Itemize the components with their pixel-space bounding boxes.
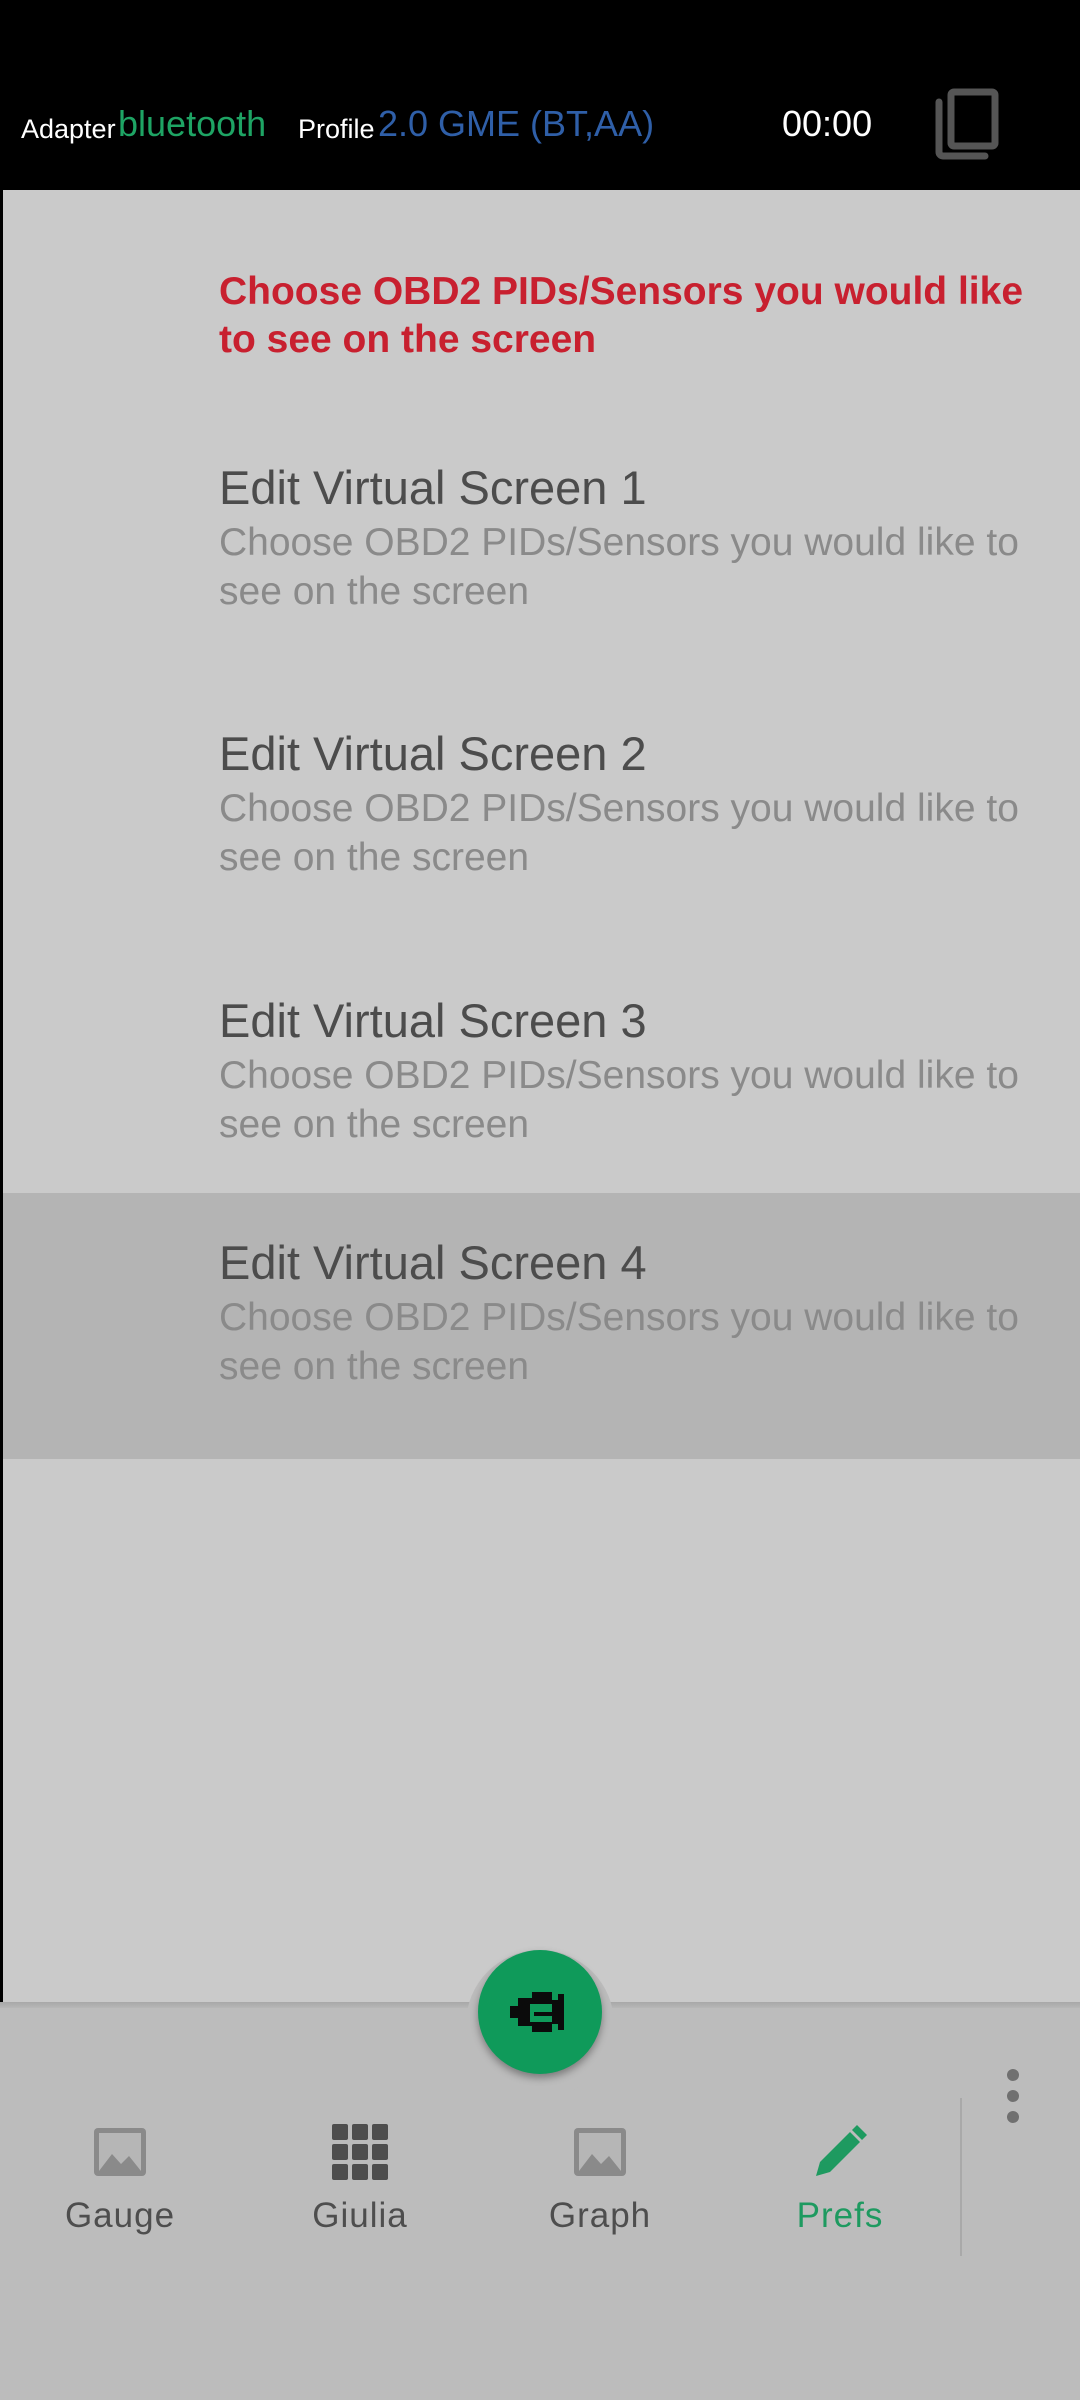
pref-edit-virtual-screen-1[interactable]: Edit Virtual Screen 1 Choose OBD2 PIDs/S…	[3, 418, 1080, 684]
prefs-list: Choose OBD2 PIDs/Sensors you would like …	[3, 190, 1080, 2010]
image-icon	[574, 2128, 626, 2176]
pref-edit-virtual-screen-2[interactable]: Edit Virtual Screen 2 Choose OBD2 PIDs/S…	[3, 684, 1080, 950]
nav-label: Prefs	[796, 2196, 884, 2235]
nav-label: Graph	[548, 2196, 652, 2235]
adapter-label: Adapter	[21, 114, 116, 144]
nav-item-gauge[interactable]: Gauge	[0, 2098, 240, 2256]
pref-summary: Choose OBD2 PIDs/Sensors you would like …	[219, 1296, 1019, 1388]
pref-summary: Choose OBD2 PIDs/Sensors you would like …	[219, 1054, 1019, 1146]
nav-label: Gauge	[64, 2196, 176, 2235]
status-header: Adapter bluetooth Profile 2.0 GME (BT,AA…	[0, 0, 1080, 190]
profile-value[interactable]: 2.0 GME (BT,AA)	[378, 103, 654, 145]
profile-label: Profile	[298, 114, 375, 144]
pref-title: Edit Virtual Screen 2	[219, 727, 647, 780]
pref-summary: Choose OBD2 PIDs/Sensors you would like …	[219, 521, 1019, 613]
pref-title: Edit Virtual Screen 1	[219, 461, 647, 514]
bottom-navigation: Gauge Giulia Graph Prefs	[0, 2098, 962, 2256]
pref-title: Edit Virtual Screen 3	[219, 994, 647, 1047]
overflow-menu-icon[interactable]	[996, 2066, 1030, 2126]
engine-icon	[510, 1992, 564, 2032]
prefs-category-note: Choose OBD2 PIDs/Sensors you would like …	[219, 270, 1024, 361]
pref-edit-virtual-screen-4[interactable]: Edit Virtual Screen 4 Choose OBD2 PIDs/S…	[3, 1193, 1080, 1459]
elapsed-timer: 00:00	[782, 103, 873, 144]
connect-fab-button[interactable]	[478, 1950, 602, 2074]
copy-icon[interactable]	[935, 88, 1001, 160]
nav-label: Giulia	[312, 2196, 408, 2235]
grid-icon	[332, 2124, 388, 2180]
pencil-icon	[816, 2125, 867, 2176]
app-screen: Adapter bluetooth Profile 2.0 GME (BT,AA…	[0, 0, 1080, 2400]
nav-item-giulia[interactable]: Giulia	[240, 2098, 480, 2256]
pref-edit-virtual-screen-3[interactable]: Edit Virtual Screen 3 Choose OBD2 PIDs/S…	[3, 951, 1080, 1217]
nav-item-graph[interactable]: Graph	[480, 2098, 720, 2256]
adapter-value: bluetooth	[118, 103, 267, 144]
pref-summary: Choose OBD2 PIDs/Sensors you would like …	[219, 787, 1019, 879]
nav-item-prefs[interactable]: Prefs	[720, 2098, 960, 2256]
pref-title: Edit Virtual Screen 4	[219, 1236, 647, 1289]
image-icon	[94, 2128, 146, 2176]
